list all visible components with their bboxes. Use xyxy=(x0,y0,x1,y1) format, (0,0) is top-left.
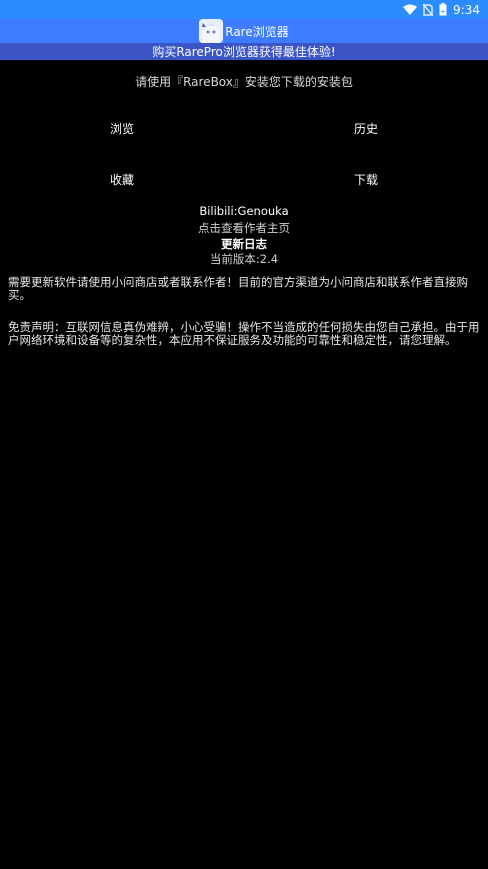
anime-avatar-logo xyxy=(199,19,224,43)
favorites-button[interactable]: 收藏 xyxy=(62,164,182,194)
author-handle: Bilibili:Genouka xyxy=(199,204,289,218)
no-sim-icon xyxy=(423,3,434,16)
status-time: 9:34 xyxy=(453,2,480,17)
history-button[interactable]: 历史 xyxy=(306,113,426,143)
status-bar: + 9:34 xyxy=(0,0,488,19)
author-homepage-link[interactable]: 点击查看作者主页 xyxy=(0,220,488,236)
svg-text:+: + xyxy=(440,8,446,16)
changelog-link[interactable]: 更新日志 xyxy=(0,236,488,252)
browse-button[interactable]: 浏览 xyxy=(62,113,182,143)
install-hint: 请使用『RareBox』安装您下载的安装包 xyxy=(135,75,353,89)
app-bar: Rare浏览器 xyxy=(0,19,488,43)
disclaimer-notice: 免责声明：互联网信息真伪难辨，小心受骗！操作不当造成的任何损失由您自己承担。由于… xyxy=(8,320,480,347)
promo-banner[interactable]: 购买RarePro浏览器获得最佳体验! xyxy=(0,43,488,60)
battery-icon: + xyxy=(439,3,447,16)
update-notice: 需要更新软件请使用小问商店或者联系作者！目前的官方渠道为小问商店和联系作者直接购… xyxy=(8,275,468,302)
downloads-button[interactable]: 下载 xyxy=(306,164,426,194)
version-label: 当前版本:2.4 xyxy=(209,252,279,266)
promo-banner-text: 购买RarePro浏览器获得最佳体验! xyxy=(152,45,336,59)
app-title: Rare浏览器 xyxy=(225,24,289,39)
wifi-icon xyxy=(403,4,418,15)
